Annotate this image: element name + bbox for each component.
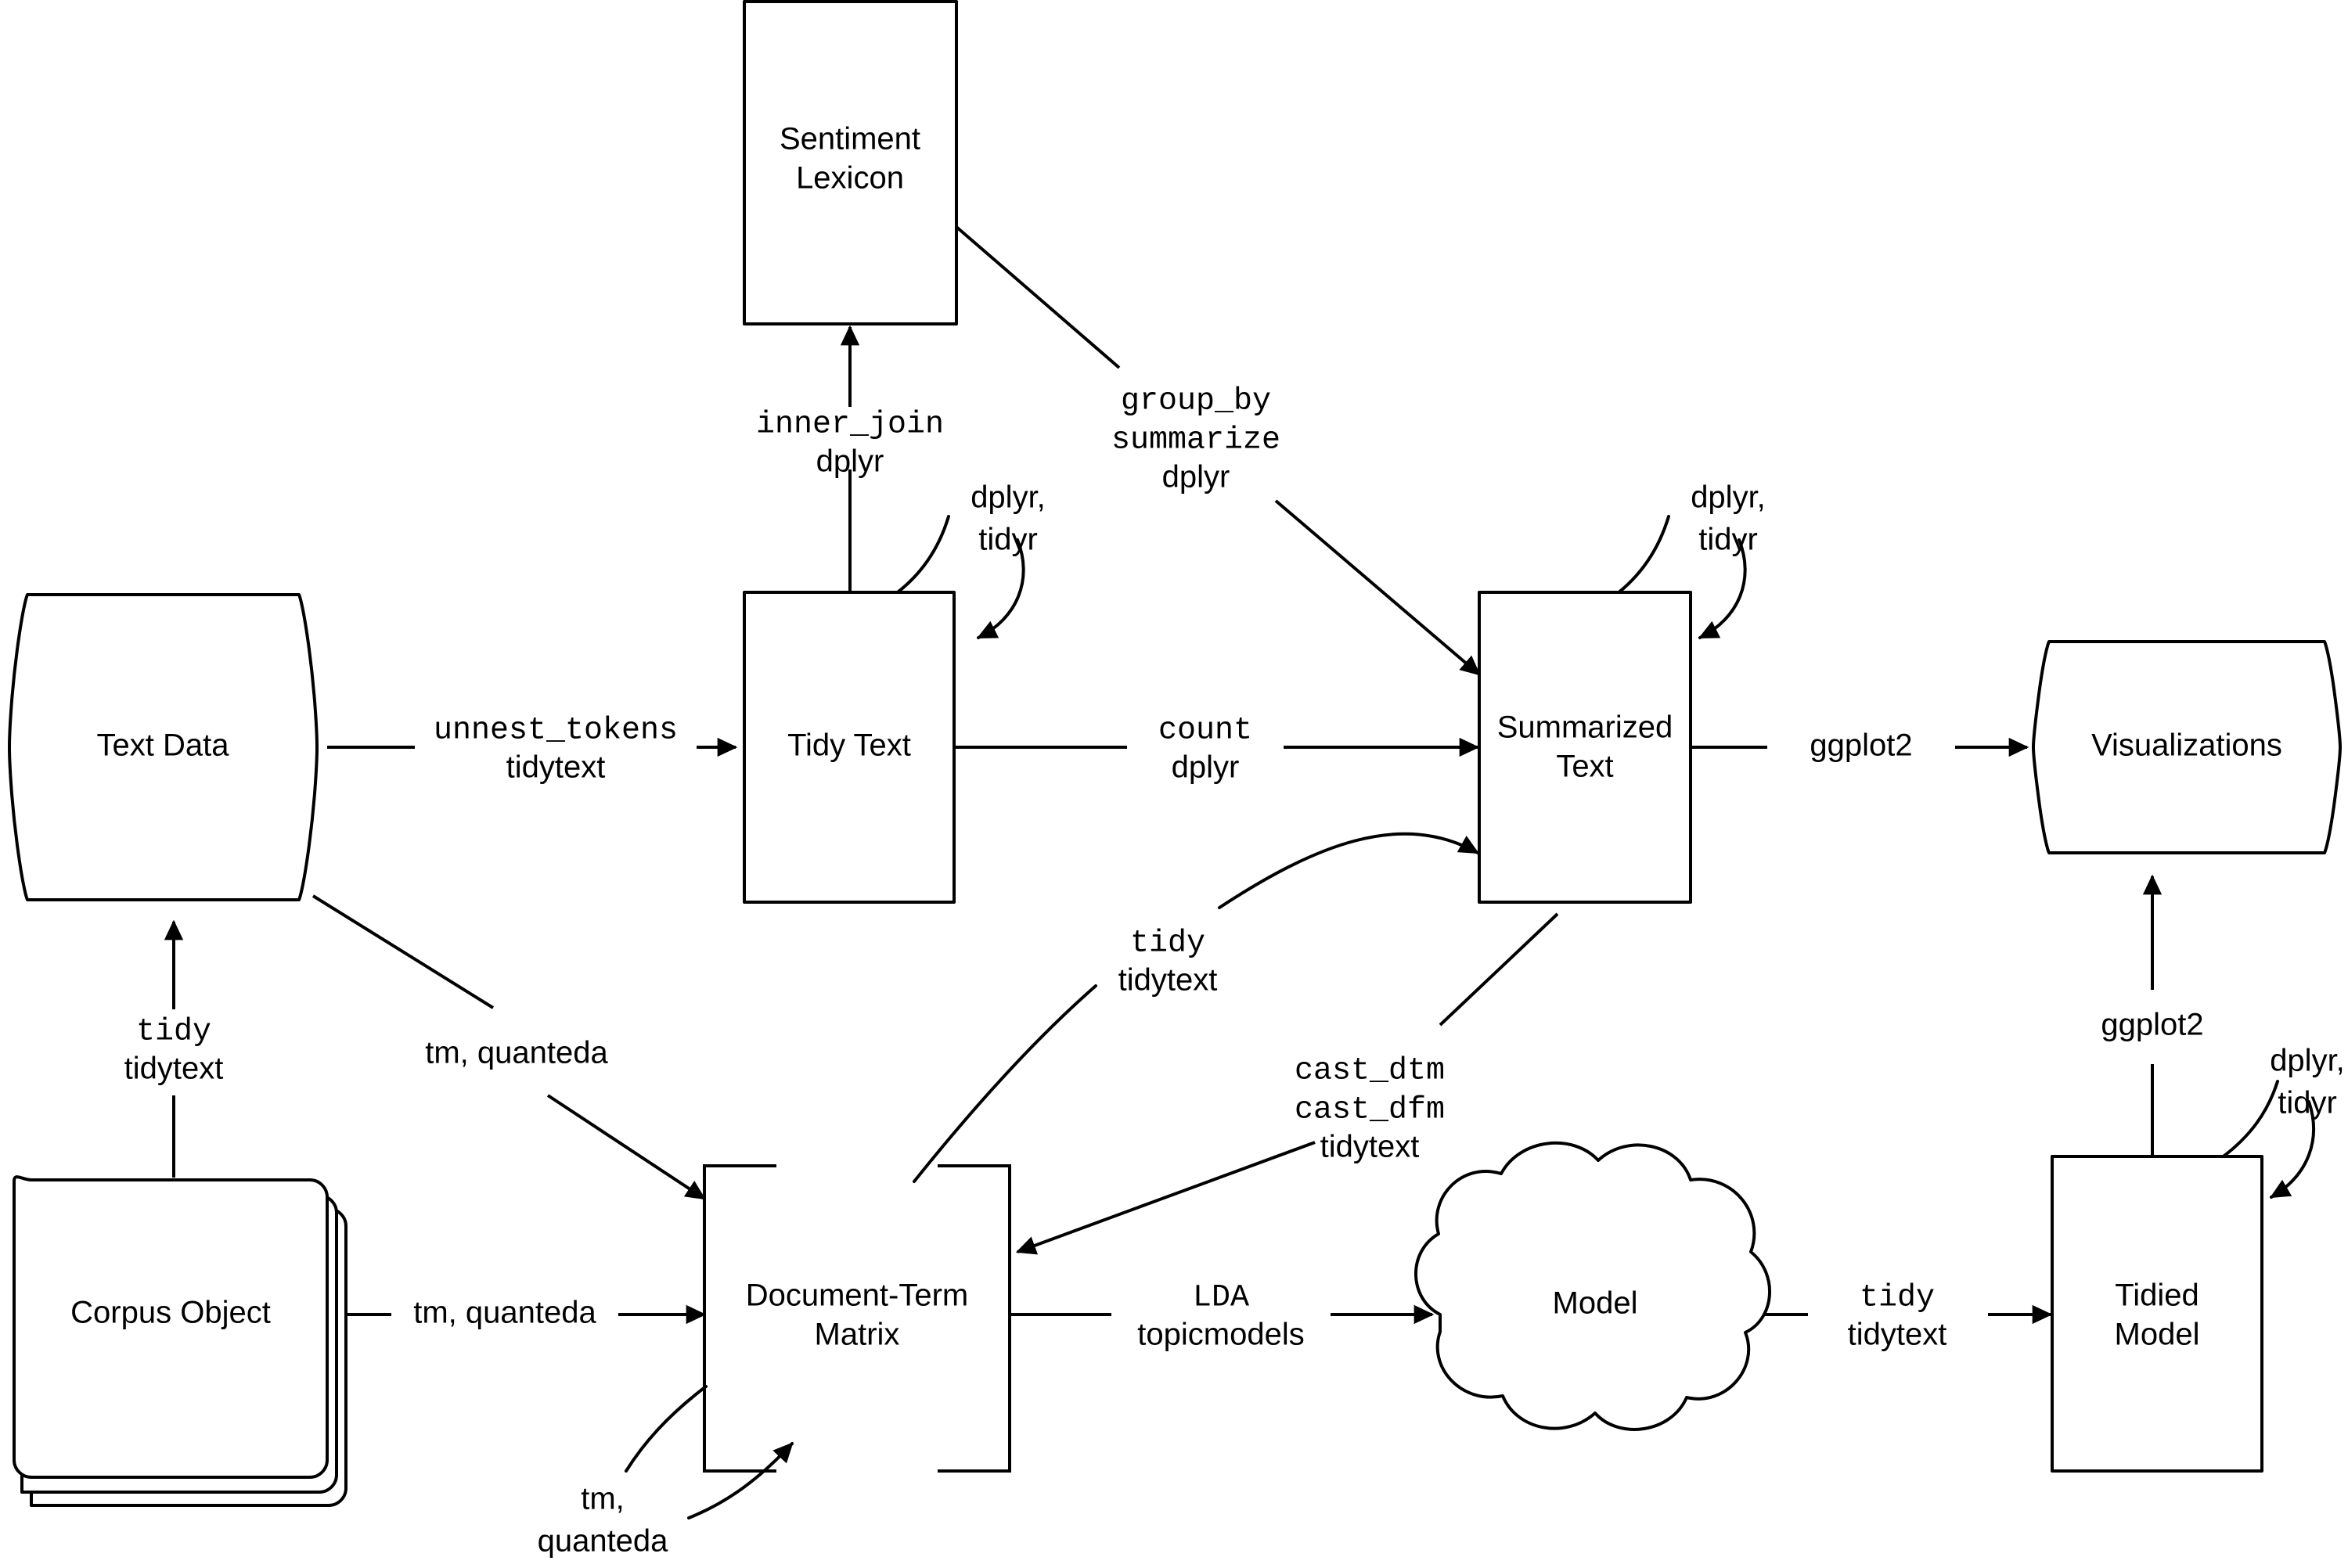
tidied-model-label-line2: Model [2115, 1318, 2200, 1352]
edge-model-to-tidied-model: tidy tidytext [1753, 1281, 2053, 1352]
edge-label-tidy-text-loop-line1: dplyr, [971, 480, 1046, 515]
node-model[interactable]: Model [1414, 1141, 1772, 1431]
edge-label-tm-quanteda-textdata: tm, quanteda [425, 1036, 608, 1070]
edge-label-tidy-model-pkg: tidytext [1848, 1318, 1947, 1352]
sentiment-lexicon-label-line1: Sentiment [780, 122, 920, 156]
edge-label-group-by: group_by [1121, 384, 1271, 419]
edge-tidied-model-to-visualizations: ggplot2 [2101, 874, 2204, 1156]
node-text-data[interactable]: Text Data [8, 593, 319, 901]
edge-label-tidied-loop-line1: dplyr, [2270, 1044, 2345, 1078]
node-tidied-model[interactable]: Tidied Model [2051, 1155, 2263, 1473]
edge-label-summarize: summarize [1111, 423, 1280, 459]
workflow-diagram: unnest_tokens tidytext inner_join dplyr … [8, 0, 2345, 1559]
edge-label-summarized-loop-line1: dplyr, [1691, 480, 1766, 515]
node-sentiment-lexicon[interactable]: Sentiment Lexicon [743, 0, 958, 325]
edge-text-data-to-tidy-text: unnest_tokens tidytext [327, 714, 738, 785]
edge-label-tidy-dtm: tidy [1130, 926, 1205, 962]
node-corpus-object[interactable]: Corpus Object [13, 1175, 348, 1507]
edge-corpus-object-to-dtm: tm, quanteda [329, 1296, 707, 1330]
edge-label-group-by-dplyr: dplyr [1162, 460, 1230, 494]
edge-label-summarized-loop-line2: tidyr [1698, 523, 1758, 557]
edge-label-tidytext: tidytext [506, 750, 606, 785]
visualizations-label: Visualizations [2091, 728, 2282, 763]
edge-corpus-object-to-text-data: tidy tidytext [124, 919, 224, 1178]
edge-label-tidy-dtm-pkg: tidytext [1118, 963, 1218, 998]
corpus-object-label: Corpus Object [70, 1296, 271, 1330]
edge-text-data-to-dtm: tm, quanteda [312, 894, 706, 1200]
diagram-canvas: unnest_tokens tidytext inner_join dplyr … [0, 0, 2348, 1568]
sentiment-lexicon-label-line2: Lexicon [796, 161, 904, 196]
edge-label-unnest-tokens: unnest_tokens [434, 714, 678, 749]
edge-label-count: count [1158, 714, 1252, 749]
edge-label-count-dplyr: dplyr [1172, 750, 1240, 785]
dtm-label-line2: Matrix [815, 1318, 900, 1352]
edge-summarized-text-to-visualizations: ggplot2 [1691, 728, 2029, 763]
text-data-label: Text Data [97, 728, 230, 763]
edge-dtm-to-model: LDA topicmodels [1010, 1281, 1435, 1352]
edge-label-lda-topicmodels: topicmodels [1137, 1318, 1304, 1352]
edge-label-ggplot2-viz: ggplot2 [1810, 728, 1912, 763]
summarized-text-label-line2: Text [1556, 750, 1613, 784]
edge-label-lda: LDA [1193, 1281, 1249, 1316]
tidy-text-label: Tidy Text [787, 728, 911, 763]
edge-label-tidy-corpus: tidy [136, 1015, 211, 1050]
dtm-label-line1: Document-Term [746, 1278, 969, 1313]
edge-label-cast-dfm: cast_dfm [1295, 1093, 1445, 1128]
edge-label-tm-quanteda-corpus: tm, quanteda [413, 1296, 596, 1330]
edge-label-inner-join-dplyr: dplyr [816, 444, 884, 479]
edge-label-tidy-model: tidy [1860, 1281, 1935, 1316]
edge-label-dtm-loop-line1: tm, [581, 1482, 625, 1516]
edge-label-tidy-corpus-pkg: tidytext [124, 1052, 224, 1086]
summarized-text-label-line1: Summarized [1497, 710, 1673, 745]
node-visualizations[interactable]: Visualizations [2032, 640, 2342, 854]
edge-label-tidied-loop-line2: tidyr [2278, 1086, 2337, 1120]
edge-label-tidy-text-loop-line2: tidyr [978, 523, 1038, 557]
edge-tidy-text-to-sentiment-lexicon: inner_join dplyr [756, 325, 944, 592]
node-tidy-text[interactable]: Tidy Text [743, 591, 956, 904]
edge-label-ggplot2-tidied: ggplot2 [2101, 1008, 2203, 1042]
tidied-model-label-line1: Tidied [2115, 1278, 2199, 1313]
edge-tidy-text-to-summarized-text: count dplyr [955, 714, 1480, 785]
model-label: Model [1553, 1286, 1638, 1321]
edge-label-cast-dtm: cast_dtm [1295, 1054, 1445, 1089]
node-document-term-matrix[interactable]: Document-Term Matrix [703, 1164, 1011, 1473]
edge-label-dtm-loop-line2: quanteda [538, 1524, 669, 1559]
edge-label-cast-tidytext: tidytext [1320, 1130, 1420, 1164]
node-summarized-text[interactable]: Summarized Text [1478, 591, 1692, 904]
edge-label-inner-join: inner_join [756, 408, 944, 443]
edge-sentiment-lexicon-to-summarized-text: group_by summarize dplyr [955, 225, 1481, 676]
